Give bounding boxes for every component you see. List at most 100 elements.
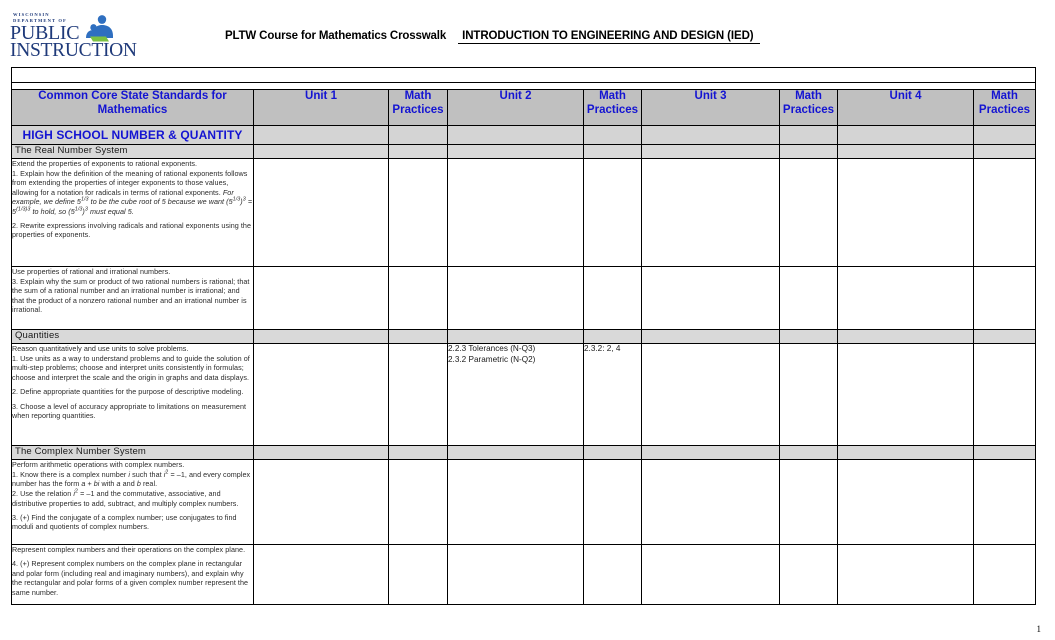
standards-row: Reason quantitatively and use units to s… <box>11 343 1037 446</box>
cell-unit2[interactable] <box>447 158 584 267</box>
cell-mp1[interactable] <box>388 544 448 605</box>
course-name: INTRODUCTION TO ENGINEERING AND DESIGN (… <box>458 30 760 44</box>
domain-fill-mp1 <box>388 329 448 344</box>
section-fill-mp2 <box>583 125 642 145</box>
cell-unit2[interactable]: 2.2.3 Tolerances (N-Q3) 2.3.2 Parametric… <box>447 343 584 446</box>
domain-fill-mp2 <box>583 329 642 344</box>
cell-mp2[interactable] <box>583 158 642 267</box>
document-title-row: PLTW Course for Mathematics Crosswalk IN… <box>225 30 760 44</box>
domain-fill-unit1 <box>253 329 389 344</box>
standards-row: Represent complex numbers and their oper… <box>11 544 1037 605</box>
domain-label: Quantities <box>11 329 254 344</box>
column-header-unit2: Unit 2 <box>447 89 584 126</box>
cell-unit2[interactable] <box>447 459 584 545</box>
cell-unit4[interactable] <box>837 266 974 330</box>
domain-fill-mp3 <box>779 445 838 460</box>
domain-fill-unit1 <box>253 445 389 460</box>
cell-unit1[interactable] <box>253 343 389 446</box>
column-header-math-practices-3: Math Practices <box>779 89 838 126</box>
cell-unit4[interactable] <box>837 544 974 605</box>
standard-1-text: 1. Explain how the definition of the mea… <box>12 168 248 197</box>
cell-unit1[interactable] <box>253 266 389 330</box>
standard-1-text: 1. Use units as a way to understand prob… <box>12 353 250 382</box>
cell-unit3[interactable] <box>641 343 780 446</box>
cell-mp1[interactable] <box>388 266 448 330</box>
cell-mp2[interactable] <box>583 459 642 545</box>
cell-unit3[interactable] <box>641 459 780 545</box>
cluster-heading: Use properties of rational and irrationa… <box>12 267 171 277</box>
domain-row-quantities: Quantities <box>11 329 1037 344</box>
table-body: Common Core State Standards for Mathemat… <box>10 67 1037 605</box>
cell-unit4[interactable] <box>837 343 974 446</box>
domain-fill-mp1 <box>388 144 448 159</box>
cluster-heading: Represent complex numbers and their oper… <box>12 545 246 555</box>
standards-cell: Perform arithmetic operations with compl… <box>11 459 254 545</box>
domain-fill-unit3 <box>641 329 780 344</box>
domain-fill-unit3 <box>641 144 780 159</box>
unit2-entry-line: 2.2.3 Tolerances (N-Q3) <box>448 344 536 354</box>
standard-4-text: 4. (+) Represent complex numbers on the … <box>12 559 249 597</box>
cell-unit3[interactable] <box>641 544 780 605</box>
domain-fill-mp4 <box>972 445 1037 460</box>
cell-unit1[interactable] <box>253 459 389 545</box>
table-header-row: Common Core State Standards for Mathemat… <box>11 89 1037 126</box>
reading-figures-icon <box>86 15 113 42</box>
section-fill-mp1 <box>388 125 448 145</box>
cell-mp4[interactable] <box>972 459 1037 545</box>
domain-fill-unit1 <box>253 144 389 159</box>
cell-unit4[interactable] <box>837 158 974 267</box>
section-fill-unit1 <box>253 125 389 145</box>
section-fill-mp4 <box>972 125 1037 145</box>
column-header-unit4: Unit 4 <box>837 89 974 126</box>
cell-unit4[interactable] <box>837 459 974 545</box>
domain-fill-mp1 <box>388 445 448 460</box>
domain-row-complex-number-system: The Complex Number System <box>11 445 1037 460</box>
cell-mp1[interactable] <box>388 459 448 545</box>
cell-unit1[interactable] <box>253 158 389 267</box>
cell-mp2[interactable] <box>583 266 642 330</box>
standard-2-text: 2. Define appropriate quantities for the… <box>12 387 244 397</box>
domain-fill-unit2 <box>447 144 584 159</box>
crosswalk-table-container: Common Core State Standards for Mathemat… <box>10 67 1037 605</box>
cluster-heading: Extend the properties of exponents to ra… <box>12 159 198 169</box>
domain-fill-mp3 <box>779 329 838 344</box>
cluster-heading: Reason quantitatively and use units to s… <box>12 344 189 354</box>
unit2-entry-line: 2.3.2 Parametric (N-Q2) <box>448 354 536 364</box>
cell-mp3[interactable] <box>779 266 838 330</box>
cell-mp4[interactable] <box>972 266 1037 330</box>
column-header-math-practices-2: Math Practices <box>583 89 642 126</box>
cell-mp1[interactable] <box>388 343 448 446</box>
section-fill-unit4 <box>837 125 974 145</box>
section-fill-unit2 <box>447 125 584 145</box>
cell-mp3[interactable] <box>779 158 838 267</box>
logo-word-instruction: INSTRUCTION <box>10 40 137 62</box>
cell-mp4[interactable] <box>972 158 1037 267</box>
page-number: 1 <box>1036 624 1042 634</box>
cell-mp2[interactable]: 2.3.2: 2, 4 <box>583 343 642 446</box>
cell-mp1[interactable] <box>388 158 448 267</box>
standard-3-text: 3. (+) Find the conjugate of a complex n… <box>12 513 237 532</box>
cell-mp3[interactable] <box>779 343 838 446</box>
table-spacer-row <box>10 67 1037 83</box>
cluster-heading: Perform arithmetic operations with compl… <box>12 460 185 470</box>
cell-unit3[interactable] <box>641 266 780 330</box>
domain-label: The Complex Number System <box>11 445 254 460</box>
cell-mp2[interactable] <box>583 544 642 605</box>
cell-unit1[interactable] <box>253 544 389 605</box>
domain-fill-mp4 <box>972 329 1037 344</box>
domain-fill-unit2 <box>447 445 584 460</box>
cell-unit3[interactable] <box>641 158 780 267</box>
cell-unit2[interactable] <box>447 544 584 605</box>
cell-mp4[interactable] <box>972 343 1037 446</box>
column-header-unit3: Unit 3 <box>641 89 780 126</box>
domain-fill-unit3 <box>641 445 780 460</box>
cell-mp3[interactable] <box>779 459 838 545</box>
section-title-row: HIGH SCHOOL NUMBER & QUANTITY <box>11 125 1037 145</box>
cell-mp4[interactable] <box>972 544 1037 605</box>
cell-mp3[interactable] <box>779 544 838 605</box>
standard-2-text: 2. Use the relation i2 = –1 and the comm… <box>12 488 239 508</box>
standard-3-text: 3. Choose a level of accuracy appropriat… <box>12 401 247 420</box>
cell-unit2[interactable] <box>447 266 584 330</box>
domain-fill-mp3 <box>779 144 838 159</box>
domain-label: The Real Number System <box>11 144 254 159</box>
